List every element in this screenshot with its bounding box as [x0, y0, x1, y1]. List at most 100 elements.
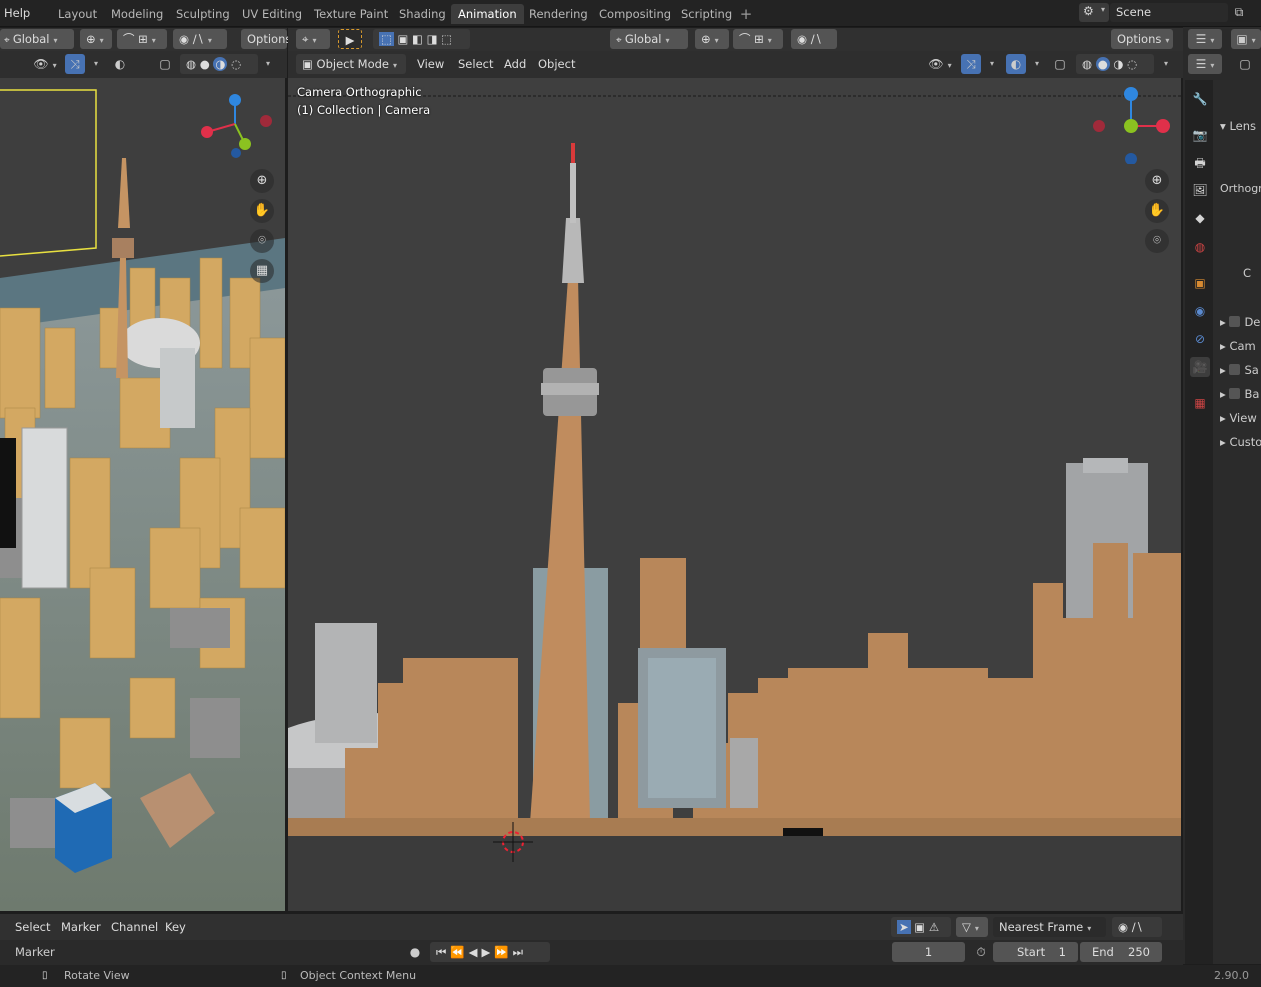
scene-name-field[interactable]: Scene	[1110, 3, 1228, 22]
outliner-type-icon[interactable]: ☰ ▾	[1188, 29, 1222, 49]
panel-camera[interactable]: ▸ Cam	[1220, 339, 1256, 353]
texture-tab-icon[interactable]: ▦	[1190, 393, 1210, 413]
left-xray-icon[interactable]: ▢	[155, 54, 175, 74]
panel-depth-of-field[interactable]: ▸ De	[1220, 315, 1260, 329]
playback-controls[interactable]: ⏮⏪◀▶⏩⏭	[430, 942, 550, 962]
lens-type-label: Orthogra	[1220, 182, 1261, 195]
left-proportional-icon[interactable]: ◉ ∕∖ ▾	[173, 29, 227, 49]
left-snap-icon[interactable]: ⌒ ⊞ ▾	[117, 29, 167, 49]
left-grid-icon[interactable]: ▦	[250, 259, 274, 283]
properties-type-icon[interactable]: ☰ ▾	[1188, 54, 1222, 74]
menu-add[interactable]: Add	[504, 54, 526, 74]
main-pivot-select[interactable]: ⊕ ▾	[695, 29, 729, 49]
tab-layout[interactable]: Layout	[51, 4, 104, 24]
left-overlay-icon[interactable]: ◐	[110, 54, 130, 74]
end-frame-field[interactable]: End 250	[1080, 942, 1162, 962]
object-tab-icon[interactable]: ▣	[1190, 273, 1210, 293]
tool-tab-icon[interactable]: 🔧	[1190, 89, 1210, 109]
tab-uv-editing[interactable]: UV Editing	[235, 4, 309, 24]
menu-select[interactable]: Select	[458, 54, 493, 74]
left-options-button[interactable]: Options	[241, 29, 291, 49]
panel-safe-areas[interactable]: ▸ Sa	[1220, 363, 1259, 377]
left-gizmo-icon[interactable]: ⤨	[65, 54, 85, 74]
main-options-button[interactable]: Options ▾	[1111, 29, 1173, 49]
left-pivot-select[interactable]: ⊕ ▾	[80, 29, 112, 49]
left-zoom-icon[interactable]: ⊕	[250, 169, 274, 193]
tab-modeling[interactable]: Modeling	[104, 4, 170, 24]
main-camera-icon[interactable]: ⌾	[1145, 229, 1169, 253]
left-axis-gizmo[interactable]	[195, 92, 275, 162]
lens-panel-header[interactable]: ▾ Lens	[1220, 119, 1256, 133]
timeline-select-tools[interactable]: ➤ ▣ ⚠	[891, 917, 951, 937]
main-proportional-icon[interactable]: ◉ ∕∖	[791, 29, 837, 49]
display-mode-icon[interactable]: ▣ ▾	[1231, 29, 1261, 49]
menu-view[interactable]: View	[417, 54, 444, 74]
timeline-menu-marker[interactable]: Marker	[61, 917, 101, 937]
menu-object[interactable]: Object	[538, 54, 575, 74]
tab-compositing[interactable]: Compositing	[592, 4, 678, 24]
left-view-header: 👁 ▾ ⤨ ▾ ◐ ▢ ◍ ● ◑ ◌ ▾	[0, 51, 287, 78]
left-orientation-select[interactable]: ⌖ Global ▾	[0, 29, 74, 49]
scene-icon: ⚙	[1083, 4, 1094, 18]
stopwatch-icon[interactable]: ⏱	[971, 942, 991, 962]
scene-selector[interactable]: ⚙ ▾	[1079, 3, 1109, 22]
menu-help[interactable]: Help	[4, 6, 30, 20]
status-bar: ▯ Rotate View ▯ Object Context Menu 2.90…	[0, 965, 1261, 987]
filter-icon[interactable]: ▽ ▾	[956, 917, 988, 937]
record-icon[interactable]: ●	[405, 942, 425, 962]
editor-type-select[interactable]: ⌖ ▾	[296, 29, 330, 49]
render-tab-icon[interactable]: 📷	[1190, 125, 1210, 145]
panel-custom-properties[interactable]: ▸ Custo	[1220, 435, 1261, 449]
world-tab-icon[interactable]: ◍	[1190, 237, 1210, 257]
output-tab-icon[interactable]: 🖶	[1190, 153, 1210, 173]
panel-viewport-display[interactable]: ▸ View	[1220, 411, 1257, 425]
interpolation-select[interactable]: Nearest Frame ▾	[993, 917, 1106, 937]
select-tool-icon[interactable]: ▶	[338, 29, 362, 49]
scene-tab-icon[interactable]: ◆	[1190, 208, 1210, 228]
left-hand-icon[interactable]: ✋	[250, 199, 274, 223]
main-orientation-select[interactable]: ⌖ Global ▾	[610, 29, 688, 49]
main-visibility-icon[interactable]: 👁 ▾	[925, 54, 955, 74]
timeline-menu-channel[interactable]: Channel	[111, 917, 158, 937]
camera-data-tab-icon[interactable]: 🎥	[1190, 357, 1210, 377]
tab-sculpting[interactable]: Sculpting	[169, 4, 237, 24]
tab-animation[interactable]: Animation	[451, 4, 524, 24]
panel-background[interactable]: ▸ Ba	[1220, 387, 1259, 401]
camera-label: Camera Orthographic	[297, 85, 422, 99]
left-viewport[interactable]: ⊕ ✋ ⌾ ▦	[0, 78, 285, 911]
timeline-menu-select[interactable]: Select	[15, 917, 50, 937]
main-zoom-icon[interactable]: ⊕	[1145, 169, 1169, 193]
main-snap-icon[interactable]: ⌒ ⊞ ▾	[733, 29, 783, 49]
left-visibility-icon[interactable]: 👁 ▾	[30, 54, 60, 74]
main-xray-icon[interactable]: ▢	[1050, 54, 1070, 74]
collection-label: (1) Collection | Camera	[297, 103, 431, 117]
timeline-menu-key[interactable]: Key	[165, 917, 186, 937]
constraint-tab-icon[interactable]: ⊘	[1190, 329, 1210, 349]
mode-select[interactable]: ▣ Object Mode ▾	[296, 54, 406, 74]
marker-label: Marker	[15, 945, 55, 959]
main-axis-gizmo[interactable]	[1091, 84, 1177, 164]
selection-mode-buttons[interactable]: ⬚ ▣ ◧ ◨ ⬚	[373, 29, 470, 49]
new-scene-icon[interactable]: ⧉	[1230, 3, 1248, 22]
timeline-playback-bar: Marker ● ⏮⏪◀▶⏩⏭ 1 ⏱ Start 1 End 250	[0, 940, 1183, 965]
tab-shading[interactable]: Shading	[392, 4, 453, 24]
pin-icon[interactable]: ▢	[1235, 54, 1255, 74]
main-viewport[interactable]: Camera Orthographic (1) Collection | Cam…	[288, 78, 1181, 911]
main-overlay-icon[interactable]: ◐	[1006, 54, 1026, 74]
main-hand-icon[interactable]: ✋	[1145, 199, 1169, 223]
main-shading-buttons[interactable]: ◍ ● ◑ ◌	[1076, 54, 1154, 74]
left-camera-icon[interactable]: ⌾	[250, 229, 274, 253]
main-tool-header: ⌖ ▾ ▶ ⬚ ▣ ◧ ◨ ⬚ ⌖ Global ▾ ⊕ ▾ ⌒ ⊞ ▾ ◉ ∕∖ Op…	[288, 28, 1183, 51]
add-workspace-icon[interactable]: +	[737, 4, 755, 24]
current-frame-field[interactable]: 1	[892, 942, 965, 962]
left-shading-buttons[interactable]: ◍ ● ◑ ◌	[180, 54, 258, 74]
view-layer-tab-icon[interactable]: 🖼	[1190, 180, 1210, 200]
main-gizmo-icon[interactable]: ⤨	[961, 54, 981, 74]
auto-snap-icon[interactable]: ◉ ∕∖	[1112, 917, 1162, 937]
tab-texture-paint[interactable]: Texture Paint	[307, 4, 395, 24]
tab-scripting[interactable]: Scripting	[674, 4, 739, 24]
modifier-tab-icon[interactable]: ◉	[1190, 301, 1210, 321]
tab-rendering[interactable]: Rendering	[522, 4, 595, 24]
viewport-divider[interactable]	[285, 78, 288, 911]
start-frame-field[interactable]: Start 1	[993, 942, 1078, 962]
